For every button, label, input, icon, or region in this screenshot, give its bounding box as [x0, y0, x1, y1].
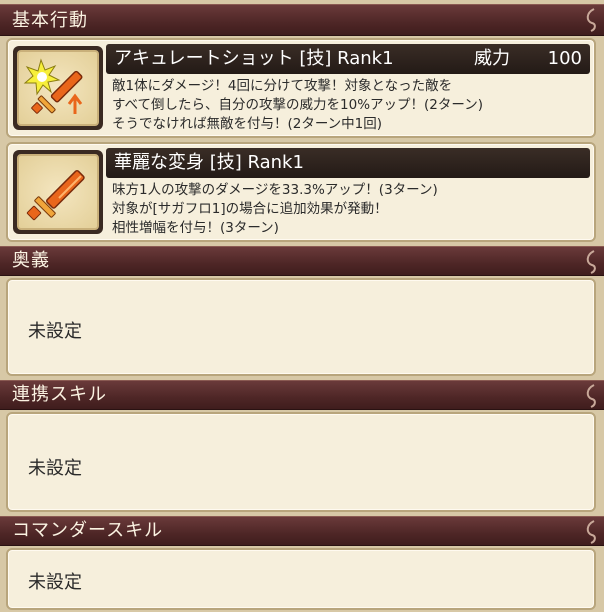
ougi-panel[interactable]: 未設定: [6, 278, 596, 376]
section-title-basic: 基本行動: [12, 10, 88, 31]
skill-description-line: 相性増幅を付与！(3ターン): [112, 220, 279, 236]
section-title-ougi: 奥義: [12, 250, 50, 271]
scroll-curl-icon: [586, 520, 596, 544]
section-header-renkei: 連携スキル: [0, 380, 604, 410]
section-header-commander: コマンダースキル: [0, 516, 604, 546]
skill-card[interactable]: アキュレートショット [技] Rank1 威力 100 敵1体にダメージ！4回に…: [6, 38, 596, 138]
skill-titlebar: 華麗な変身 [技] Rank1: [106, 148, 590, 178]
skill-description: 敵1体にダメージ！4回に分けて攻撃！対象となった敵を すべて倒したら、自分の攻撃…: [112, 77, 592, 134]
ougi-empty-text: 未設定: [28, 321, 82, 342]
skill-power-value: 100: [547, 48, 582, 69]
skill-name: アキュレートショット [技] Rank1: [114, 48, 394, 69]
commander-empty-text: 未設定: [28, 572, 82, 593]
scroll-curl-icon: [586, 8, 596, 32]
section-title-renkei: 連携スキル: [12, 384, 107, 405]
section-header-ougi: 奥義: [0, 246, 604, 276]
skill-description-line: そうでなければ無敵を付与！(2ターン中1回): [112, 116, 383, 132]
skill-name: 華麗な変身 [技] Rank1: [114, 152, 304, 173]
skill-description-line: 敵1体にダメージ！4回に分けて攻撃！対象となった敵を: [112, 78, 453, 94]
skill-power-label: 威力: [474, 48, 510, 69]
sword-burst-icon: [23, 58, 83, 114]
skill-icon-frame: [13, 150, 103, 234]
skill-icon-frame: [13, 46, 103, 130]
sword-icon: [26, 169, 85, 221]
section-title-commander: コマンダースキル: [12, 520, 164, 541]
skill-card[interactable]: 華麗な変身 [技] Rank1 味方1人の攻撃のダメージを33.3%アップ！(3…: [6, 142, 596, 242]
skill-titlebar: アキュレートショット [技] Rank1 威力 100: [106, 44, 590, 74]
skill-description-line: すべて倒したら、自分の攻撃の威力を10%アップ！(2ターン): [112, 97, 483, 113]
scroll-curl-icon: [586, 384, 596, 408]
commander-panel[interactable]: 未設定: [6, 548, 596, 610]
section-header-basic: 基本行動: [0, 4, 604, 36]
scroll-curl-icon: [586, 250, 596, 274]
skill-description-line: 味方1人の攻撃のダメージを33.3%アップ！(3ターン): [112, 182, 438, 198]
skill-description-line: 対象が[サガフロ1]の場合に追加効果が発動！: [112, 201, 388, 217]
renkei-empty-text: 未設定: [28, 458, 82, 479]
skill-description: 味方1人の攻撃のダメージを33.3%アップ！(3ターン) 対象が[サガフロ1]の…: [112, 181, 592, 238]
renkei-panel[interactable]: 未設定: [6, 412, 596, 512]
